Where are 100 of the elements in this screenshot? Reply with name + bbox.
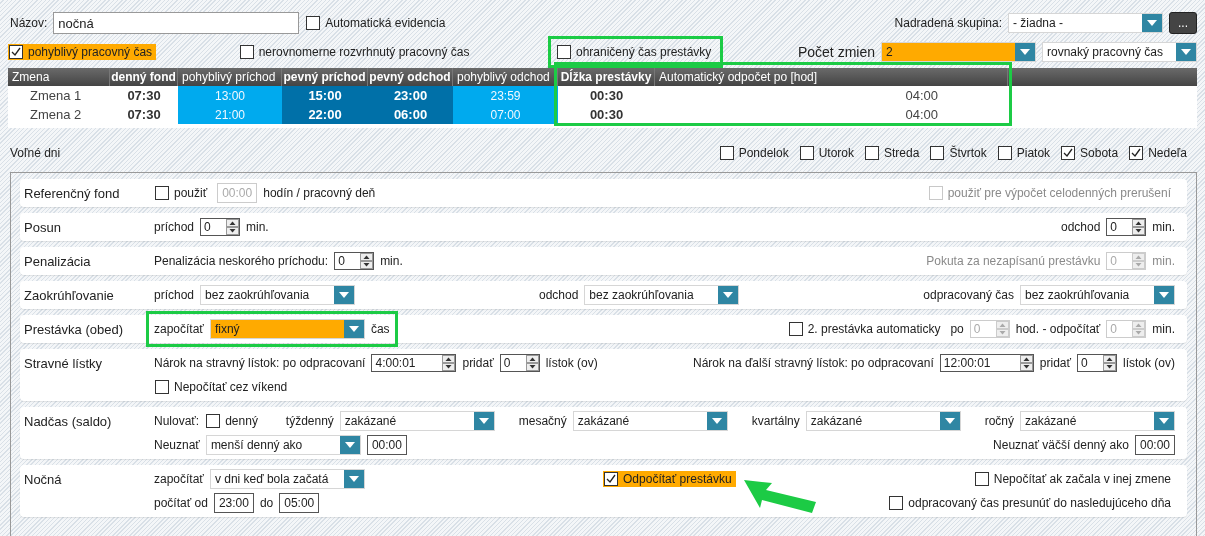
checkbox-label: Odpočítať prestávku xyxy=(623,472,732,486)
label: Nárok na ďalší stravný lístok: po odpracovaní xyxy=(692,356,934,370)
caret-icon xyxy=(1154,412,1174,430)
column-header[interactable]: denný fond xyxy=(110,68,178,86)
dropdown[interactable]: menší denný ako xyxy=(205,435,361,455)
label: lístok (ov) xyxy=(1123,356,1175,370)
spin-field[interactable]: 12:00:01 xyxy=(939,354,1034,372)
stepper-icon[interactable] xyxy=(1132,219,1146,235)
spin-field[interactable]: 0 xyxy=(1077,354,1117,372)
checkbox[interactable] xyxy=(206,414,221,428)
checkbox-label: ohraničený čas prestávky xyxy=(575,45,712,59)
checkbox-label: Piatok xyxy=(1016,146,1051,160)
checkbox[interactable] xyxy=(604,472,619,486)
checkbox-label: Nepočítať cez víkend xyxy=(174,380,288,394)
dropdown[interactable]: zakázané xyxy=(1020,411,1175,431)
label: min. xyxy=(1152,322,1175,336)
label: Nárok na stravný lístok: po odpracovaní xyxy=(154,356,366,370)
checkbox[interactable] xyxy=(889,496,904,510)
caret-icon xyxy=(939,412,960,430)
caret-icon xyxy=(339,436,360,454)
checkbox-label: Sobota xyxy=(1080,146,1119,160)
checkbox[interactable] xyxy=(239,45,254,59)
checkbox-label: denný xyxy=(225,414,258,428)
label: po xyxy=(950,322,964,336)
spin-field[interactable]: 4:00:01 xyxy=(371,354,457,372)
caret-icon xyxy=(343,320,364,338)
dropdown[interactable]: bez zaokrúhľovania xyxy=(200,285,356,305)
dropdown[interactable]: bez zaokrúhľovania xyxy=(584,285,740,305)
dropdown[interactable]: bez zaokrúhľovania xyxy=(1020,285,1175,305)
label: min. xyxy=(1152,220,1175,234)
dropdown[interactable]: zakázané xyxy=(805,411,961,431)
label: Počet zmien xyxy=(797,44,875,60)
table-cell: 22:00 xyxy=(282,105,368,124)
checkbox[interactable] xyxy=(155,380,169,394)
spin-field[interactable]: 0 xyxy=(1106,218,1147,236)
spin-field[interactable]: 0 xyxy=(499,354,540,372)
name-field[interactable]: nočná xyxy=(53,12,300,34)
stepper-icon[interactable] xyxy=(1019,355,1033,371)
stepper-icon[interactable] xyxy=(525,355,539,371)
checkbox[interactable] xyxy=(9,45,23,59)
label: odpracovaný čas xyxy=(923,288,1014,302)
checkbox[interactable] xyxy=(155,186,169,200)
dropdown[interactable]: - žiadna - xyxy=(1008,13,1163,33)
more-button[interactable]: ... xyxy=(1169,12,1197,34)
column-header[interactable]: pevný odchod xyxy=(368,68,453,86)
label: príchod xyxy=(154,288,195,302)
column-header[interactable]: pohyblivý príchod xyxy=(178,68,282,86)
column-header[interactable]: Automatický odpočet po [hod] xyxy=(655,68,1008,86)
caret-icon xyxy=(1142,14,1162,32)
table-cell: 15:00 xyxy=(282,86,368,105)
label: čas xyxy=(370,322,390,336)
checkbox[interactable] xyxy=(974,472,989,486)
checkbox[interactable] xyxy=(997,146,1012,160)
column-header[interactable]: Zmena xyxy=(8,68,110,86)
checkbox[interactable] xyxy=(1061,146,1076,160)
dropdown[interactable]: zakázané xyxy=(339,411,495,431)
label: Penalizácia neskorého príchodu: xyxy=(154,254,329,268)
checkbox[interactable] xyxy=(865,146,880,160)
dropdown[interactable]: fixný xyxy=(209,319,365,339)
caret-icon xyxy=(1176,43,1196,61)
checkbox[interactable] xyxy=(556,45,571,59)
label: Nulovať: xyxy=(154,414,200,428)
checkbox[interactable] xyxy=(306,16,321,30)
stepper-icon[interactable] xyxy=(1103,355,1116,371)
dropdown[interactable]: v dni keď bola začatá xyxy=(209,469,365,489)
label: min. xyxy=(380,254,403,268)
section-title: Stravné lístky xyxy=(24,355,104,373)
table-cell-text: 07:30 xyxy=(126,87,162,105)
time-field[interactable]: 00:00 xyxy=(1134,435,1175,455)
checkbox[interactable] xyxy=(1129,146,1144,160)
checkbox[interactable] xyxy=(788,322,803,336)
section-title: Prestávka (obed) xyxy=(24,321,124,339)
checkbox[interactable] xyxy=(799,146,814,160)
checkbox[interactable] xyxy=(719,146,734,160)
stepper-icon[interactable] xyxy=(226,219,240,235)
stepper-icon[interactable] xyxy=(442,355,456,371)
label: Názov: xyxy=(10,16,48,30)
dropdown[interactable]: rovnaký pracovný čas xyxy=(1042,42,1197,62)
label: kvartálny xyxy=(751,414,800,428)
caret-icon xyxy=(343,470,364,488)
time-field[interactable]: 00:00 xyxy=(366,435,407,455)
column-header[interactable]: Dĺžka prestávky xyxy=(558,68,655,86)
section-title: Referenčný fond xyxy=(24,185,121,203)
checkbox[interactable] xyxy=(930,146,945,160)
spin-field[interactable]: 0 xyxy=(334,252,375,270)
dropdown[interactable]: zakázané xyxy=(572,411,728,431)
table-cell: 21:00 xyxy=(178,105,282,124)
checkbox-label: nerovnomerne rozvrhnutý pracovný čas xyxy=(258,45,470,59)
label: hodín / pracovný deň xyxy=(263,186,376,200)
dropdown[interactable]: 2 xyxy=(881,42,1036,62)
column-header[interactable]: pohyblivý odchod xyxy=(453,68,558,86)
label: Neuznať xyxy=(154,438,200,452)
stepper-icon[interactable] xyxy=(360,253,374,269)
time-field[interactable]: 23:00 xyxy=(213,493,254,513)
time-field[interactable]: 05:00 xyxy=(279,493,320,513)
column-header[interactable]: pevný príchod xyxy=(282,68,368,86)
label: min. xyxy=(1152,254,1175,268)
table-cell-text: Zmena 1 xyxy=(29,87,83,105)
spin-field[interactable]: 0 xyxy=(200,218,241,236)
checkbox-label: odpracovaný čas presunúť do nasledujúceho dňa xyxy=(908,496,1171,510)
